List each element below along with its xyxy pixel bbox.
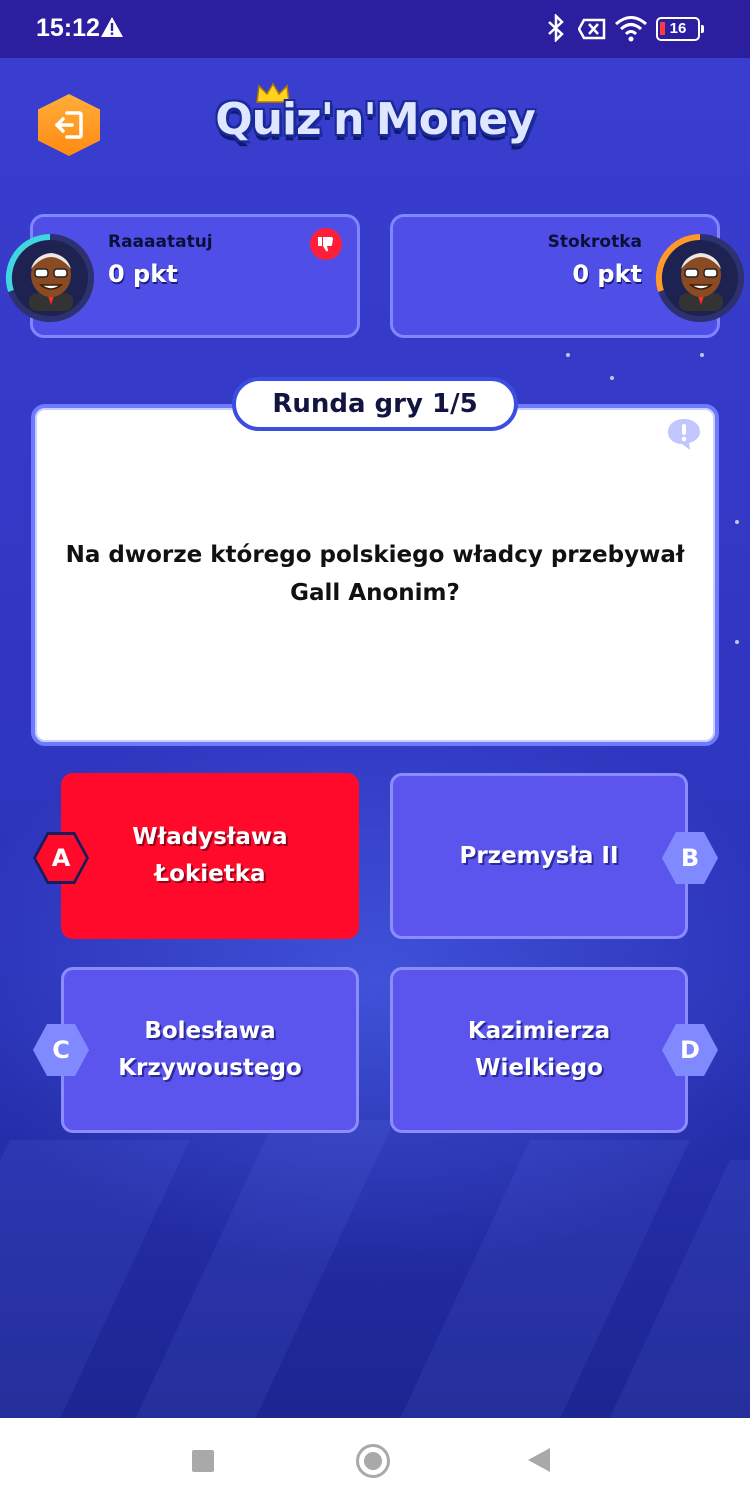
answer-c-button[interactable]: Bolesława Krzywoustego: [61, 967, 359, 1133]
warning-icon: [101, 17, 123, 37]
avatar: [655, 233, 744, 322]
app-logo: Quiz'n'Money: [215, 82, 536, 160]
player-1-name: Raaaatatuj: [108, 232, 213, 252]
wifi-icon: [615, 16, 647, 42]
exit-icon: [55, 111, 83, 139]
sparkle: [735, 640, 739, 644]
status-bar: 15:12 16: [0, 0, 750, 58]
battery-level: 16: [669, 20, 687, 37]
back-button[interactable]: [528, 1448, 550, 1472]
answer-d-label: Kazimierza Wielkiego: [467, 1018, 611, 1081]
sparkle: [610, 376, 614, 380]
thumbs-down-badge: [310, 228, 342, 260]
avatar-face-icon: [29, 253, 73, 311]
question-text: Na dworze którego polskiego władcy przeb…: [65, 542, 685, 606]
answer-b-label: Przemysła II: [459, 842, 619, 869]
floor-decoration: [0, 1100, 750, 1418]
home-button[interactable]: [356, 1444, 390, 1478]
round-indicator: Runda gry 1/5: [232, 377, 518, 431]
battery-icon: 16: [656, 17, 704, 41]
sparkle: [735, 520, 739, 524]
answer-c-label: Bolesława Krzywoustego: [118, 1018, 302, 1081]
answer-a-label: Władysława Łokietka: [132, 824, 288, 887]
answer-a-button[interactable]: Władysława Łokietka: [61, 773, 359, 939]
status-time: 15:12: [36, 14, 100, 42]
answer-a-letter-text: A: [36, 835, 86, 881]
report-bubble-icon[interactable]: [666, 417, 702, 451]
player-2-name: Stokrotka: [547, 232, 642, 252]
sparkle: [700, 353, 704, 357]
sparkle: [566, 353, 570, 357]
player-2-score: 0 pkt: [572, 260, 642, 288]
answer-d-button[interactable]: Kazimierza Wielkiego: [390, 967, 688, 1133]
answer-b-button[interactable]: Przemysła II: [390, 773, 688, 939]
navigation-bar: [0, 1418, 750, 1500]
logo-text: Quiz'n'Money: [215, 94, 536, 145]
player-1-score: 0 pkt: [108, 260, 178, 288]
avatar-face-icon: [679, 253, 723, 311]
avatar: [5, 233, 94, 322]
thumbs-down-icon: [318, 237, 333, 252]
no-sim-icon: [578, 18, 606, 40]
bluetooth-icon: [548, 14, 564, 42]
recents-button[interactable]: [192, 1450, 214, 1472]
